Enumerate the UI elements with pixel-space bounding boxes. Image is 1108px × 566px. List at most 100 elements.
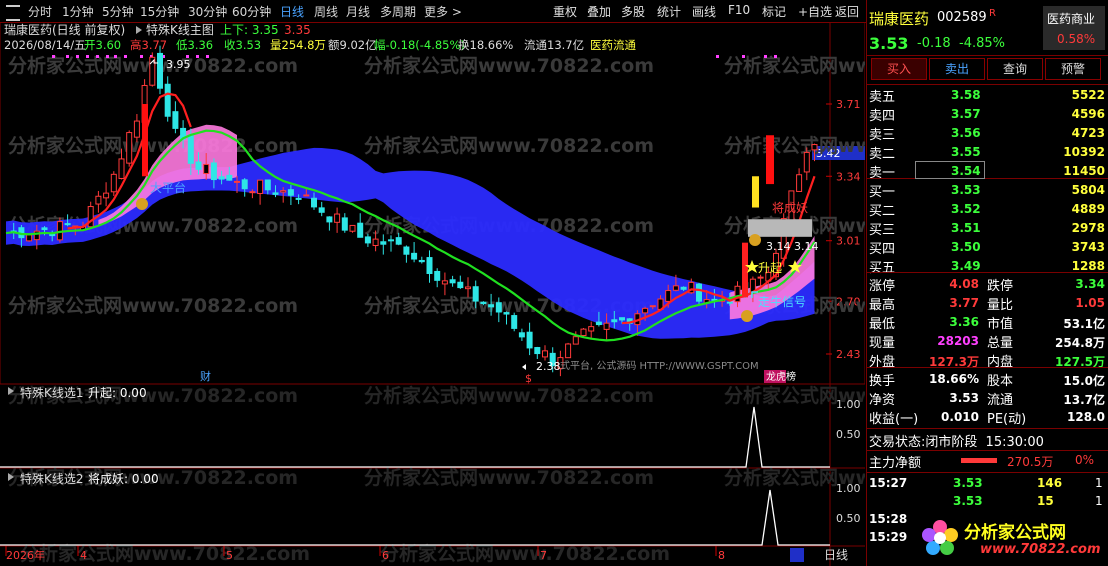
platform-text: 式平台, 公式源码 HTTP://WWW.GSPT.COM xyxy=(560,359,759,372)
net-flow-row: 主力净额 270.5万 0% xyxy=(867,452,1108,471)
industry-button[interactable]: 医药商业 0.58% xyxy=(1043,6,1105,50)
tag-cai: 财 xyxy=(200,369,211,383)
period-tab-0[interactable]: 分时 xyxy=(28,3,52,20)
header-turnover: 换18.66% xyxy=(458,38,513,52)
signal-dot xyxy=(86,55,89,58)
stat-label: 跌停 xyxy=(987,279,1014,294)
bids-row[interactable]: 买五 3.49 1288 xyxy=(867,257,1108,276)
sub2-axis-label: 0.50 xyxy=(836,512,861,525)
signal-bar-red xyxy=(766,135,774,185)
bids-label: 买三 xyxy=(869,223,896,238)
bids-row[interactable]: 买三 3.51 2978 xyxy=(867,219,1108,238)
stat-label: 市值 xyxy=(987,317,1014,332)
sub2-signal-line xyxy=(0,489,830,546)
period-tab-8[interactable]: 月线 xyxy=(346,3,370,20)
buy-button[interactable]: 买入 xyxy=(871,58,927,80)
candle-body xyxy=(195,161,202,170)
watermark-text: 分析家公式网www.70822.com xyxy=(8,294,298,317)
stat2-value: 128.0 xyxy=(1067,410,1105,424)
stat2-row: 净资 3.53 流通 13.7亿 xyxy=(867,389,1108,408)
flower-logo-icon xyxy=(922,520,958,555)
candle-body xyxy=(372,238,379,247)
candle-body xyxy=(796,174,803,192)
asks-label: 卖三 xyxy=(869,128,896,143)
bids-price: 3.50 xyxy=(951,240,981,254)
asks-row[interactable]: 卖三 3.56 4723 xyxy=(867,124,1108,143)
ask1-highlight xyxy=(915,161,985,179)
toolbar-button-8[interactable]: 返回 xyxy=(835,3,859,20)
sub2-title: 特殊K线选2 xyxy=(20,471,84,486)
sell-button[interactable]: 卖出 xyxy=(929,58,985,80)
candle-body xyxy=(518,332,525,338)
candle-body xyxy=(526,331,533,349)
toolbar-button-7[interactable]: +自选 xyxy=(798,3,832,20)
bids-volume: 5804 xyxy=(1071,183,1105,197)
toolbar-button-4[interactable]: 画线 xyxy=(692,3,716,20)
price-change: -0.18 xyxy=(917,36,951,51)
period-tab-2[interactable]: 5分钟 xyxy=(102,3,134,20)
period-tab-1[interactable]: 1分钟 xyxy=(62,3,94,20)
period-tab-6[interactable]: 日线 xyxy=(280,3,304,20)
kline-chart-area[interactable]: 3.713.343.012.702.433.42瑞康医药(日线 前复权) 特殊K线… xyxy=(0,22,865,566)
candle-body xyxy=(495,302,502,313)
toolbar-button-1[interactable]: 叠加 xyxy=(587,3,611,20)
toolbar-button-0[interactable]: 重权 xyxy=(553,3,577,20)
asks-row[interactable]: 卖二 3.55 10392 xyxy=(867,143,1108,162)
header-low: 低3.36 xyxy=(176,38,213,52)
net-flow-value: 270.5万 xyxy=(1007,455,1054,469)
stat-label: 涨停 xyxy=(869,279,896,294)
indicator-name: 特殊K线主图 xyxy=(146,22,214,37)
signal-dot xyxy=(764,55,767,58)
candle-body xyxy=(418,259,425,263)
sub1-signal-line xyxy=(0,406,830,468)
period-tab-3[interactable]: 15分钟 xyxy=(140,3,179,20)
asks-row[interactable]: 卖五 3.58 5522 xyxy=(867,86,1108,105)
bids-label: 买一 xyxy=(869,185,896,200)
toolbar-button-2[interactable]: 多股 xyxy=(621,3,645,20)
trade-status-label: 交易状态: xyxy=(869,435,926,450)
candle-body xyxy=(218,176,225,180)
bids-row[interactable]: 买一 3.53 5804 xyxy=(867,181,1108,200)
period-tab-4[interactable]: 30分钟 xyxy=(188,3,227,20)
signal-bar-red xyxy=(142,104,148,177)
low-marker-icon xyxy=(522,364,526,370)
candle-body xyxy=(696,283,702,302)
toolbar-button-6[interactable]: 标记 xyxy=(762,3,786,20)
candle-body xyxy=(565,343,572,359)
signal-dot xyxy=(66,55,69,58)
query-button[interactable]: 查询 xyxy=(987,58,1043,80)
candle-body xyxy=(264,179,271,191)
asks-row[interactable]: 卖四 3.57 4596 xyxy=(867,105,1108,124)
period-tab-9[interactable]: 多周期 xyxy=(380,3,416,20)
tick-count: 1 xyxy=(1095,494,1103,508)
candle-body xyxy=(588,326,595,332)
money-bag-icon xyxy=(741,310,753,322)
stat2-label: PE(动) xyxy=(987,412,1027,427)
bids-row[interactable]: 买二 3.52 4889 xyxy=(867,200,1108,219)
signal-dot xyxy=(206,55,209,58)
candle-body xyxy=(542,350,548,358)
industry-name: 医药商业 xyxy=(1047,12,1096,26)
rong-flag: R xyxy=(989,8,996,19)
period-tab-7[interactable]: 周线 xyxy=(314,3,338,20)
period-tab-5[interactable]: 60分钟 xyxy=(232,3,271,20)
sub1-title: 特殊K线选1 xyxy=(20,385,84,400)
tick-time: 15:27 xyxy=(869,476,908,490)
candle-body xyxy=(726,301,733,304)
watermark-text: 分析家公式网www.70822.com xyxy=(8,134,298,157)
signal-dot xyxy=(114,55,117,58)
bids-volume: 3743 xyxy=(1071,240,1105,254)
menu-icon[interactable] xyxy=(6,5,20,21)
candle-body xyxy=(426,257,433,274)
sub2-axis-label: 1.00 xyxy=(836,482,861,495)
candle-body xyxy=(295,197,302,200)
candle-body xyxy=(619,317,625,321)
candle-body xyxy=(403,246,410,255)
bids-row[interactable]: 买四 3.50 3743 xyxy=(867,238,1108,257)
period-tab-10[interactable]: 更多 > xyxy=(424,3,462,20)
toolbar-button-3[interactable]: 统计 xyxy=(657,3,681,20)
toolbar-button-5[interactable]: F10 xyxy=(728,3,750,17)
watermark-text: 分析家公式网www.70822.com xyxy=(364,54,654,77)
trade-status-time: 15:30:00 xyxy=(985,435,1044,450)
alert-button[interactable]: 预警 xyxy=(1045,58,1101,80)
